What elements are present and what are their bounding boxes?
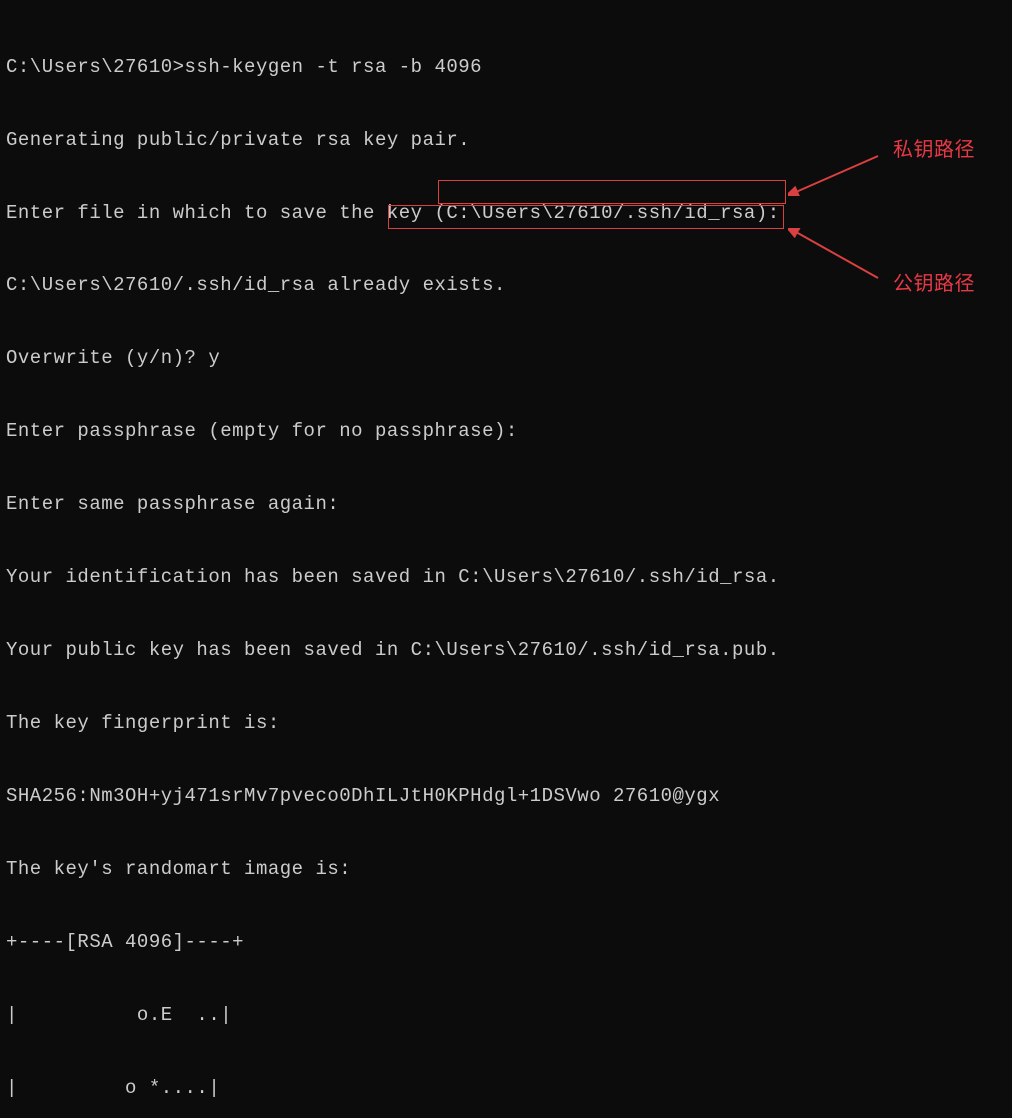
output-line: C:\Users\27610/.ssh/id_rsa already exist… xyxy=(6,273,1012,297)
output-line: The key's randomart image is: xyxy=(6,857,1012,881)
output-line: Your identification has been saved in C:… xyxy=(6,565,1012,589)
output-line: Enter passphrase (empty for no passphras… xyxy=(6,419,1012,443)
prompt-line: C:\Users\27610>ssh-keygen -t rsa -b 4096 xyxy=(6,55,1012,79)
output-line: Generating public/private rsa key pair. xyxy=(6,128,1012,152)
output-line: Enter file in which to save the key (C:\… xyxy=(6,201,1012,225)
randomart-line: | o.E ..| xyxy=(6,1003,1012,1027)
terminal-output[interactable]: C:\Users\27610>ssh-keygen -t rsa -b 4096… xyxy=(6,6,1012,1118)
output-line: The key fingerprint is: xyxy=(6,711,1012,735)
output-line: Enter same passphrase again: xyxy=(6,492,1012,516)
output-line: SHA256:Nm3OH+yj471srMv7pveco0DhILJtH0KPH… xyxy=(6,784,1012,808)
randomart-line: | o *....| xyxy=(6,1076,1012,1100)
output-line: Your public key has been saved in C:\Use… xyxy=(6,638,1012,662)
output-line: Overwrite (y/n)? y xyxy=(6,346,1012,370)
randomart-line: +----[RSA 4096]----+ xyxy=(6,930,1012,954)
